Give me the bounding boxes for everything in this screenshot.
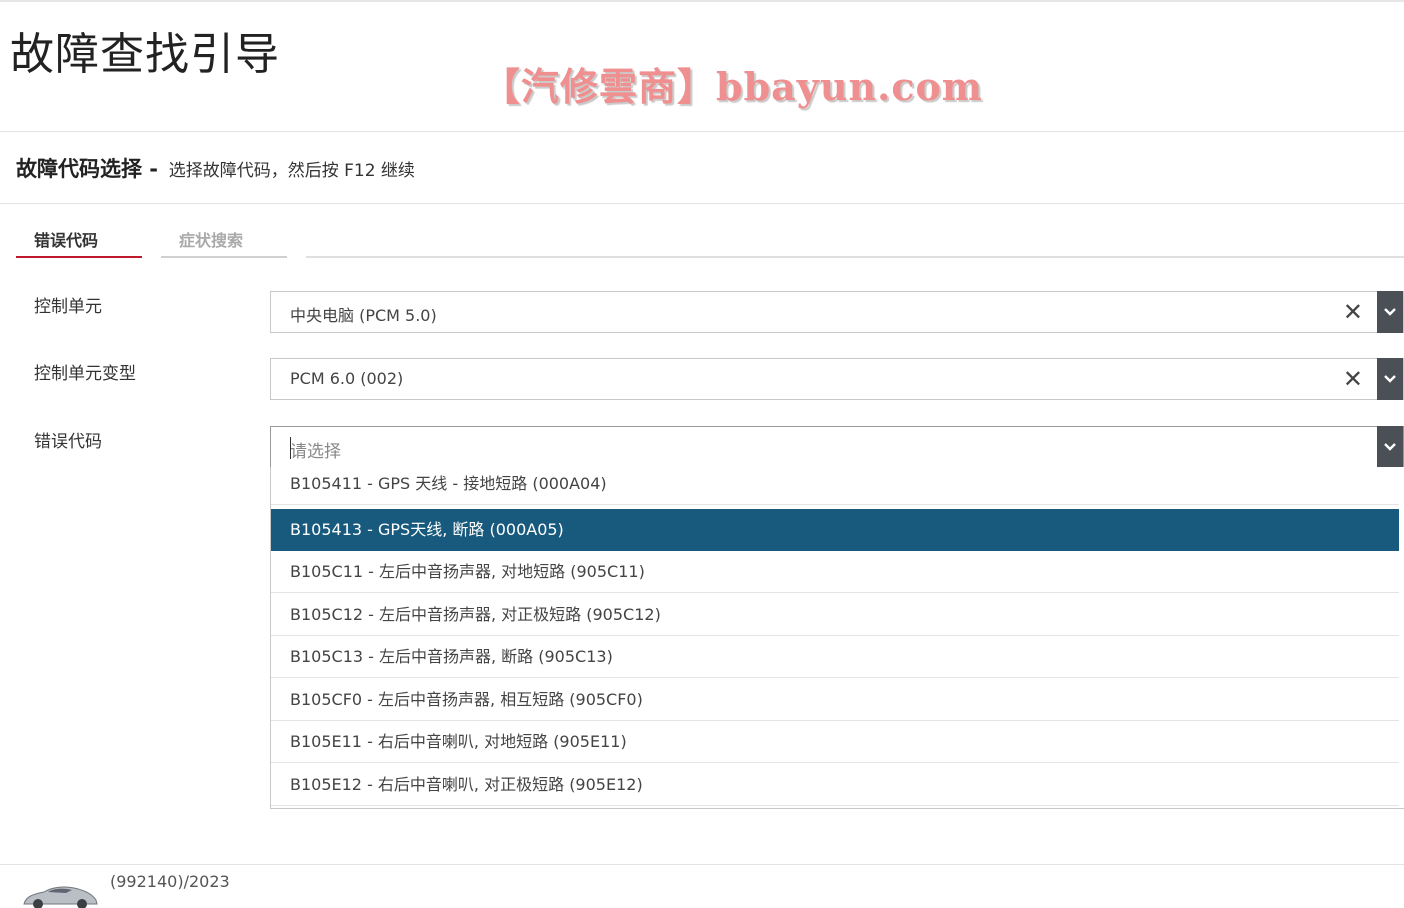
tab-underline bbox=[306, 256, 1404, 258]
control-unit-variant-label: 控制单元变型 bbox=[34, 364, 136, 384]
page-title: 故障查找引导 bbox=[10, 29, 280, 80]
control-unit-value: 中央电脑 (PCM 5.0) bbox=[290, 306, 437, 325]
control-unit-variant-select[interactable]: PCM 6.0 (002) ✕ bbox=[270, 358, 1404, 400]
tab-symptom-search[interactable]: 症状搜索 bbox=[161, 228, 287, 258]
error-code-label: 错误代码 bbox=[34, 432, 102, 452]
text-cursor bbox=[290, 437, 291, 459]
dropdown-option-selected[interactable]: B105413 - GPS天线, 断路 (000A05) bbox=[271, 509, 1399, 551]
step-title: 故障代码选择 - bbox=[16, 157, 159, 181]
dropdown-option[interactable]: B105E12 - 右后中音喇叭, 对正极短路 (905E12) bbox=[271, 764, 1399, 806]
dropdown-option[interactable]: B105C13 - 左后中音扬声器, 断路 (905C13) bbox=[271, 636, 1399, 678]
chevron-down-icon[interactable] bbox=[1377, 358, 1403, 400]
control-unit-select[interactable]: 中央电脑 (PCM 5.0) ✕ bbox=[270, 291, 1404, 333]
dropdown-option[interactable]: B105C12 - 左后中音扬声器, 对正极短路 (905C12) bbox=[271, 594, 1399, 636]
error-code-search-input[interactable]: 请选择 bbox=[290, 437, 341, 462]
error-code-select[interactable]: 请选择 bbox=[270, 426, 1404, 468]
dropdown-option[interactable]: B105CF0 - 左后中音扬声器, 相互短路 (905CF0) bbox=[271, 679, 1399, 721]
step-description: 选择故障代码，然后按 F12 继续 bbox=[168, 161, 415, 181]
vehicle-model-text: (992140)/2023 bbox=[110, 872, 230, 891]
divider bbox=[0, 864, 1404, 865]
dropdown-option[interactable]: B105411 - GPS 天线 - 接地短路 (000A04) bbox=[271, 467, 1399, 505]
dropdown-option[interactable]: B105C11 - 左后中音扬声器, 对地短路 (905C11) bbox=[271, 551, 1399, 593]
close-icon[interactable]: ✕ bbox=[1343, 365, 1363, 393]
chevron-down-icon[interactable] bbox=[1377, 426, 1403, 468]
control-unit-variant-value: PCM 6.0 (002) bbox=[290, 369, 404, 388]
divider bbox=[0, 203, 1404, 204]
tab-error-code[interactable]: 错误代码 bbox=[16, 228, 142, 258]
top-border bbox=[0, 0, 1404, 2]
close-icon[interactable]: ✕ bbox=[1343, 298, 1363, 326]
error-code-dropdown[interactable]: B105411 - GPS 天线 - 接地短路 (000A04) B105413… bbox=[270, 467, 1404, 809]
control-unit-label: 控制单元 bbox=[34, 297, 102, 317]
step-header: 故障代码选择 - 选择故障代码，然后按 F12 继续 bbox=[16, 153, 415, 183]
dropdown-option[interactable]: B105E11 - 右后中音喇叭, 对地短路 (905E11) bbox=[271, 721, 1399, 763]
chevron-down-icon[interactable] bbox=[1377, 291, 1403, 333]
tab-bar: 错误代码 症状搜索 bbox=[16, 228, 1404, 262]
watermark: 【汽修雲商】bbayun.com bbox=[482, 64, 984, 109]
divider bbox=[0, 131, 1404, 132]
